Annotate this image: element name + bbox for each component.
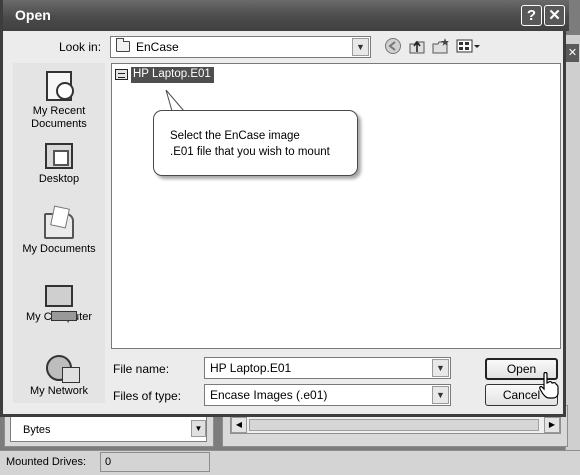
files-of-type-label: Files of type: bbox=[113, 389, 182, 403]
scroll-left-icon[interactable]: ◀ bbox=[231, 417, 247, 433]
look-in-value: EnCase bbox=[136, 40, 179, 54]
chevron-down-icon[interactable]: ▼ bbox=[191, 420, 206, 437]
mounted-drives-label: Mounted Drives: bbox=[6, 456, 87, 468]
file-name-input[interactable]: HP Laptop.E01 ▼ bbox=[204, 357, 451, 379]
mounted-drives-count: 0 bbox=[100, 452, 210, 472]
back-icon[interactable] bbox=[383, 37, 403, 57]
views-menu-icon[interactable] bbox=[455, 37, 481, 57]
place-desktop[interactable]: Desktop bbox=[13, 143, 105, 186]
list-item[interactable]: Bytes bbox=[23, 424, 51, 436]
callout-line-2: .E01 file that you wish to mount bbox=[170, 146, 330, 158]
look-in-label: Look in: bbox=[59, 40, 102, 54]
file-name[interactable]: HP Laptop.E01 bbox=[131, 67, 214, 83]
encase-image-file-icon bbox=[115, 69, 128, 80]
chevron-down-icon[interactable]: ▼ bbox=[432, 359, 449, 377]
desktop-icon bbox=[45, 143, 73, 169]
scroll-right-icon[interactable]: ▶ bbox=[544, 417, 560, 433]
my-network-icon bbox=[46, 355, 80, 383]
chevron-down-icon[interactable]: ▼ bbox=[352, 38, 369, 56]
horizontal-scrollbar[interactable]: ◀ ▶ bbox=[230, 416, 561, 434]
close-icon[interactable]: ✕ bbox=[544, 5, 565, 26]
dialog-title: Open bbox=[15, 7, 51, 23]
files-of-type-select[interactable]: Encase Images (.e01) ▼ bbox=[204, 384, 451, 406]
file-name-label: File name: bbox=[113, 362, 170, 376]
places-bar: My Recent Documents Desktop My Documents… bbox=[13, 63, 105, 403]
file-name-value: HP Laptop.E01 bbox=[210, 361, 292, 375]
place-my-network[interactable]: My Network bbox=[13, 355, 105, 398]
place-label: My Recent Documents bbox=[31, 105, 87, 130]
scrollbar-thumb[interactable] bbox=[249, 419, 539, 431]
look-in-dropdown[interactable]: EnCase ▼ bbox=[110, 36, 371, 58]
background-close-icon[interactable]: ✕ bbox=[566, 44, 579, 62]
place-my-computer[interactable]: My Computer bbox=[13, 285, 105, 324]
folder-icon bbox=[116, 38, 130, 52]
instruction-callout: Select the EnCase image .E01 file that y… bbox=[153, 110, 358, 176]
new-folder-icon[interactable] bbox=[431, 37, 451, 57]
place-label: My Network bbox=[29, 385, 89, 397]
chevron-down-icon[interactable]: ▼ bbox=[432, 386, 449, 404]
hand-cursor-icon bbox=[539, 372, 559, 399]
help-icon[interactable]: ? bbox=[521, 5, 542, 26]
place-label: Desktop bbox=[38, 173, 80, 185]
status-bar bbox=[0, 450, 580, 475]
callout-pointer bbox=[165, 90, 186, 112]
background-window-edge bbox=[565, 35, 580, 450]
recent-documents-icon bbox=[46, 71, 74, 101]
dialog-titlebar[interactable]: Open ? ✕ bbox=[3, 0, 569, 31]
my-documents-icon bbox=[44, 213, 74, 239]
files-of-type-value: Encase Images (.e01) bbox=[210, 388, 328, 402]
up-folder-icon[interactable] bbox=[407, 37, 427, 57]
place-my-documents[interactable]: My Documents bbox=[13, 213, 105, 256]
my-computer-icon bbox=[45, 285, 77, 321]
place-my-recent-documents[interactable]: My Recent Documents bbox=[13, 71, 105, 131]
open-dialog: Open ? ✕ Look in: EnCase ▼ My Recent Doc… bbox=[0, 0, 569, 417]
place-label: My Documents bbox=[22, 243, 96, 255]
callout-line-1: Select the EnCase image bbox=[170, 130, 300, 142]
